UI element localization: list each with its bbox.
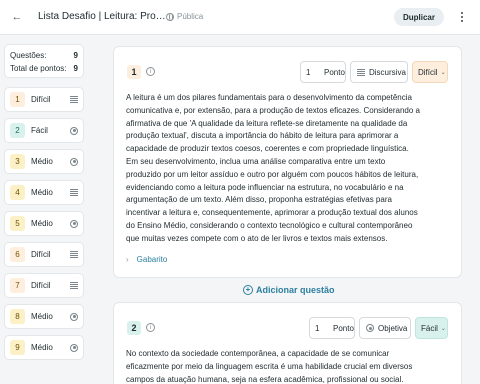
question-nav-item[interactable]: 2 Fácil [4, 118, 84, 143]
question-number: 4 [10, 185, 25, 200]
question-number-badge: 2 [127, 321, 141, 335]
question-number: 1 [10, 92, 25, 107]
text-lines-icon [70, 282, 78, 289]
question-number-badge: 1 [127, 65, 141, 79]
page-title: Lista Desafio | Leitura: Pro… [38, 11, 166, 22]
add-question-button[interactable]: + Adicionar questão [243, 285, 335, 295]
question-number: 8 [10, 309, 25, 324]
text-lines-icon [70, 189, 78, 196]
text-lines-icon [357, 68, 365, 76]
question-nav-item[interactable]: 6 Difícil [4, 242, 84, 267]
info-icon[interactable]: i [146, 67, 155, 76]
question-number: 7 [10, 278, 25, 293]
questions-count-label: Questões: [10, 51, 47, 60]
question-difficulty: Médio [31, 219, 53, 228]
question-difficulty: Difícil [31, 281, 51, 290]
text-lines-icon [70, 251, 78, 258]
question-type-select[interactable]: Discursiva [350, 61, 408, 83]
question-nav-item[interactable]: 4 Médio [4, 180, 84, 205]
list-summary: Questões: 9 Total de pontos: 9 [4, 44, 84, 78]
visibility-label: Pública [177, 12, 204, 21]
question-statement: A leitura é um dos pilares fundamentais … [126, 93, 420, 243]
question-nav-item[interactable]: 9 Médio [4, 335, 84, 360]
back-arrow-icon[interactable]: ← [8, 8, 26, 26]
radio-icon [70, 219, 78, 228]
difficulty-select[interactable]: Difícil ⌄ [412, 61, 448, 83]
duplicate-button[interactable]: Duplicar [394, 8, 444, 26]
question-number: 3 [10, 154, 25, 169]
text-lines-icon [70, 96, 78, 103]
answer-key-toggle[interactable]: › Gabarito [126, 255, 167, 264]
globe-icon [166, 12, 174, 21]
question-nav-item[interactable]: 5 Médio [4, 211, 84, 236]
question-number: 9 [10, 340, 25, 355]
question-difficulty: Médio [31, 312, 53, 321]
points-value: 1 [315, 323, 320, 333]
question-navigator: 1 Difícil 2 Fácil 3 Médio 4 Médio 5 Médi… [4, 87, 84, 366]
question-card: 2 i 1 Ponto Objetiva Fácil ⌄ No contexto… [113, 302, 462, 384]
radio-icon [366, 324, 374, 332]
points-unit: Ponto [333, 323, 354, 333]
points-unit: Ponto [324, 67, 345, 77]
add-question-label: Adicionar questão [256, 285, 335, 295]
total-points-value: 9 [73, 64, 78, 73]
radio-icon [70, 157, 78, 166]
chevron-down-icon: ⌄ [440, 325, 446, 332]
questions-count-value: 9 [73, 51, 78, 60]
more-options-icon[interactable] [456, 8, 468, 26]
question-difficulty: Fácil [31, 126, 48, 135]
question-nav-item[interactable]: 1 Difícil [4, 87, 84, 112]
question-card: 1 i 1 Ponto Discursiva Difícil ⌄ A leitu… [113, 46, 462, 278]
points-field[interactable]: 1 Ponto [309, 317, 355, 339]
answer-key-label: Gabarito [136, 255, 168, 264]
points-value: 1 [306, 67, 311, 77]
difficulty-label: Difícil [418, 67, 438, 77]
question-number: 6 [10, 247, 25, 262]
question-number: 5 [10, 216, 25, 231]
radio-icon [70, 343, 78, 352]
question-difficulty: Médio [31, 343, 53, 352]
question-difficulty: Difícil [31, 95, 51, 104]
chevron-right-icon: › [126, 255, 129, 264]
top-bar: ← Lista Desafio | Leitura: Pro… Pública … [0, 0, 480, 35]
question-number: 2 [10, 123, 25, 138]
difficulty-label: Fácil [421, 323, 438, 333]
visibility-indicator: Pública [166, 12, 203, 21]
question-type-label: Objetiva [378, 323, 408, 333]
question-type-label: Discursiva [369, 67, 406, 77]
points-field[interactable]: 1 Ponto [300, 61, 346, 83]
question-statement: No contexto da sociedade contemporânea, … [126, 349, 413, 384]
chevron-down-icon: ⌄ [440, 69, 446, 76]
question-nav-item[interactable]: 8 Médio [4, 304, 84, 329]
question-nav-item[interactable]: 3 Médio [4, 149, 84, 174]
radio-icon [70, 126, 78, 135]
question-difficulty: Médio [31, 188, 53, 197]
total-points-label: Total de pontos: [10, 64, 67, 73]
question-difficulty: Difícil [31, 250, 51, 259]
difficulty-select[interactable]: Fácil ⌄ [415, 317, 448, 339]
radio-icon [70, 312, 78, 321]
question-difficulty: Médio [31, 157, 53, 166]
question-nav-item[interactable]: 7 Difícil [4, 273, 84, 298]
info-icon[interactable]: i [146, 323, 155, 332]
question-type-select[interactable]: Objetiva [359, 317, 411, 339]
plus-icon: + [243, 285, 253, 295]
